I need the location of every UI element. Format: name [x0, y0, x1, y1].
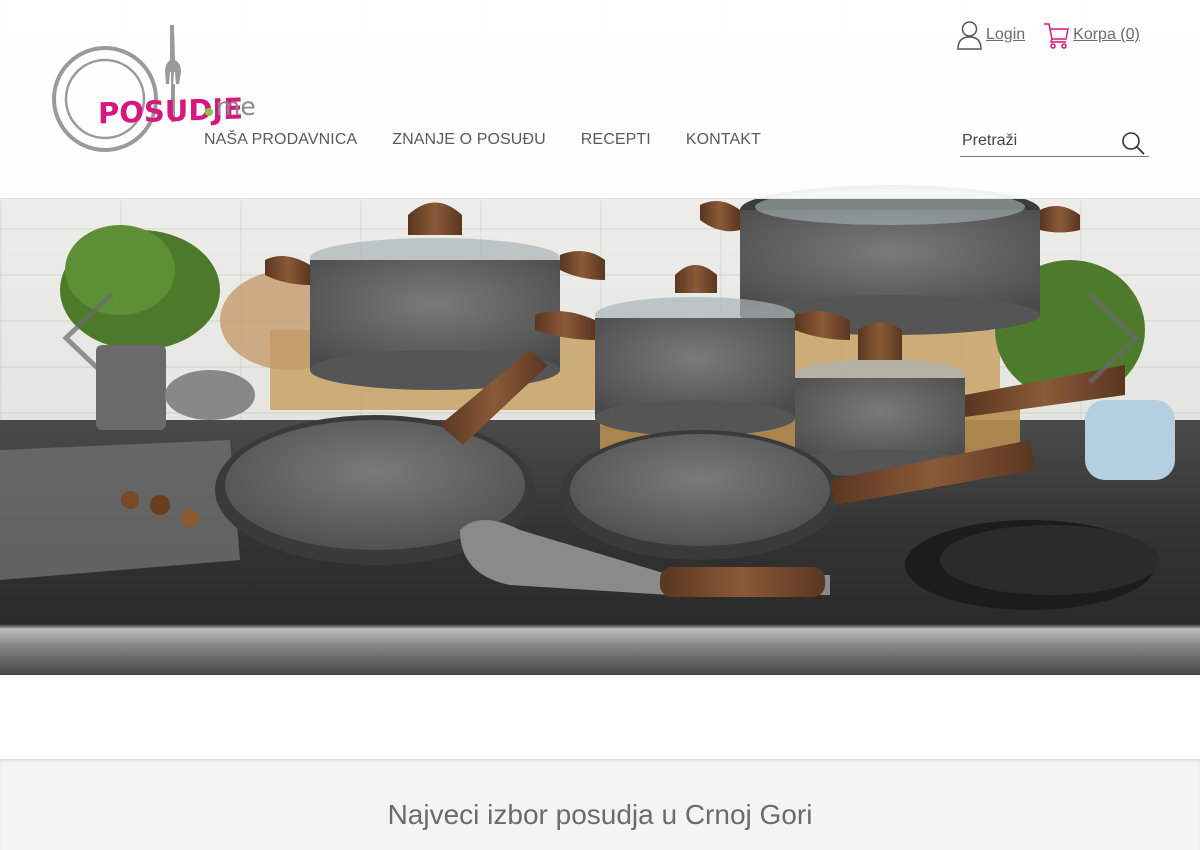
search-icon[interactable]: [1121, 131, 1145, 155]
site-header: POSUDJE me NAŠA PRODAVNICA ZNANJE O POSU…: [0, 0, 1200, 199]
cart-link[interactable]: Korpa (0): [1043, 21, 1140, 49]
search-box: [960, 127, 1149, 157]
logo-graphic: [52, 25, 181, 152]
login-label: Login: [986, 26, 1026, 43]
nav-item-shop[interactable]: NAŠA PRODAVNICA: [204, 131, 357, 149]
chevron-left-icon[interactable]: [60, 290, 120, 390]
section-title: Najveci izbor posudja u Crnoj Gori: [387, 799, 813, 830]
cart-icon: [1044, 23, 1070, 49]
nav-item-knowledge[interactable]: ZNANJE O POSUĐU: [392, 131, 546, 149]
login-link[interactable]: Login: [956, 20, 1025, 50]
nav-item-recipes[interactable]: RECEPTI: [581, 131, 651, 149]
search-input[interactable]: [960, 127, 1115, 155]
site-logo[interactable]: POSUDJE me: [48, 22, 256, 154]
intro-section: Najveci izbor posudja u Crnoj Gori: [0, 759, 1200, 850]
user-icon: [957, 21, 982, 50]
logo-dot: [205, 108, 213, 116]
logo-suffix: me: [216, 92, 256, 121]
main-nav: NAŠA PRODAVNICA ZNANJE O POSUĐU RECEPTI …: [204, 131, 796, 149]
user-links: Login Korpa (0): [956, 20, 1140, 50]
chevron-right-icon[interactable]: [1082, 290, 1142, 390]
cart-label: Korpa (0): [1073, 26, 1140, 43]
nav-item-contact[interactable]: KONTAKT: [686, 131, 761, 149]
